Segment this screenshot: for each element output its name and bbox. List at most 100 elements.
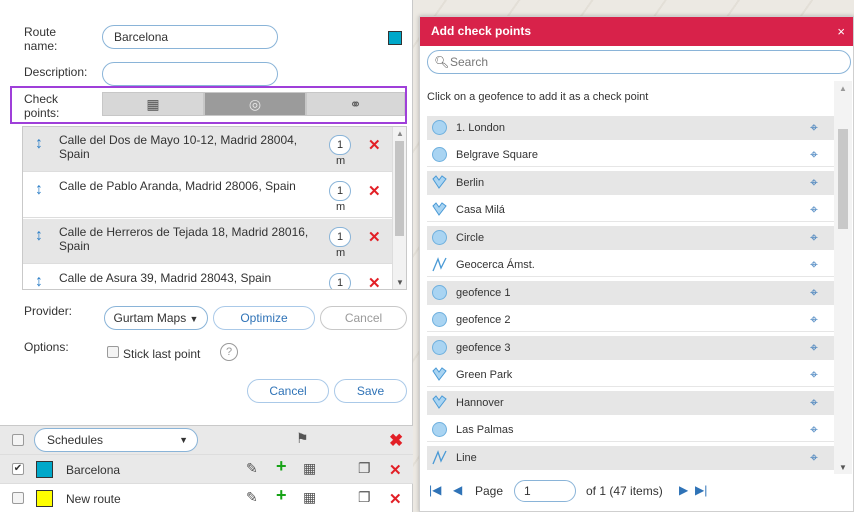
help-icon[interactable]: ? <box>220 343 238 361</box>
scroll-up-icon[interactable]: ▲ <box>839 84 847 93</box>
circle-geofence-icon <box>432 230 447 245</box>
list-item[interactable]: Line ⌖ <box>427 446 835 470</box>
close-icon[interactable]: × <box>837 17 845 46</box>
list-item[interactable]: Circle ⌖ <box>427 226 835 250</box>
delete-icon[interactable]: ✕ <box>368 182 381 200</box>
last-page-icon[interactable]: ▶| <box>695 483 707 497</box>
locate-icon[interactable]: ⌖ <box>810 311 818 328</box>
delete-icon[interactable]: ✕ <box>368 274 381 289</box>
list-item[interactable]: Berlin ⌖ <box>427 171 835 195</box>
list-item[interactable]: ↕ Calle del Dos de Mayo 10-12, Madrid 28… <box>23 127 393 172</box>
radius-input[interactable]: 1 <box>329 273 351 289</box>
first-page-icon[interactable]: |◀ <box>429 483 441 497</box>
locate-icon[interactable]: ⌖ <box>810 174 818 191</box>
route-name-input[interactable]: Barcelona <box>102 25 278 49</box>
link-icon: ⚭ <box>349 95 362 112</box>
edit-route-icon[interactable]: ✎ <box>246 460 258 477</box>
description-label: Description: <box>24 65 88 79</box>
optimize-button[interactable]: Optimize <box>213 306 315 330</box>
locate-icon[interactable]: ⌖ <box>810 146 818 163</box>
radius-input[interactable]: 1 <box>329 227 351 247</box>
route-checkbox[interactable] <box>12 492 24 504</box>
route-checkbox[interactable]: ✔ <box>12 463 24 475</box>
locate-icon[interactable]: ⌖ <box>810 284 818 301</box>
list-item[interactable]: ↕ Calle de Pablo Aranda, Madrid 28006, S… <box>23 173 393 218</box>
route-color-swatch[interactable] <box>388 31 402 45</box>
delete-all-icon[interactable]: ✖ <box>389 431 403 451</box>
search-input[interactable]: 🔍︎ Search <box>427 50 851 74</box>
route-name[interactable]: Barcelona <box>66 463 120 477</box>
description-input[interactable] <box>102 62 278 86</box>
geofence-icon: ◎ <box>248 95 262 112</box>
list-item[interactable]: geofence 2 ⌖ <box>427 308 835 332</box>
cancel-button[interactable]: Cancel <box>247 379 329 403</box>
radius-unit: m <box>336 247 346 259</box>
scroll-down-icon[interactable]: ▼ <box>839 463 847 472</box>
add-icon[interactable]: + <box>276 485 287 506</box>
polygon-geofence-icon <box>432 367 447 381</box>
cancel-optimize-button[interactable]: Cancel <box>320 306 407 330</box>
locate-icon[interactable]: ⌖ <box>810 421 818 438</box>
reorder-icon[interactable]: ↕ <box>35 273 43 289</box>
list-item[interactable]: ↕ Calle de Herreros de Tejada 18, Madrid… <box>23 219 393 264</box>
reorder-icon[interactable]: ↕ <box>35 181 43 199</box>
delete-icon[interactable]: ✕ <box>368 228 381 246</box>
copy-icon[interactable]: ❐ <box>358 489 371 506</box>
scroll-thumb[interactable] <box>838 129 848 229</box>
locate-icon[interactable]: ⌖ <box>810 366 818 383</box>
list-item[interactable]: Belgrave Square ⌖ <box>427 143 835 167</box>
delete-icon[interactable]: ✕ <box>368 136 381 154</box>
table-row[interactable]: ✔ Barcelona ✎ + ▦ ❐ ✕ <box>0 455 413 484</box>
list-scrollbar[interactable]: ▲ ▼ <box>392 127 406 289</box>
list-item[interactable]: Geocerca Ámst. ⌖ <box>427 253 835 277</box>
geofence-name: geofence 1 <box>456 287 511 299</box>
scroll-up-icon[interactable]: ▲ <box>396 129 404 138</box>
list-item[interactable]: Casa Milá ⌖ <box>427 198 835 222</box>
schedules-select[interactable]: Schedules ▼ <box>34 428 198 452</box>
route-name[interactable]: New route <box>66 492 121 506</box>
next-page-icon[interactable]: ▶ <box>679 483 688 497</box>
radius-input[interactable]: 1 <box>329 181 351 201</box>
list-item[interactable]: geofence 3 ⌖ <box>427 336 835 360</box>
tab-units[interactable]: ⚭ <box>306 92 405 116</box>
edit-route-icon[interactable]: ✎ <box>246 489 258 506</box>
delete-icon[interactable]: ✕ <box>389 461 402 479</box>
provider-label: Provider: <box>24 304 73 318</box>
scroll-thumb[interactable] <box>395 141 404 236</box>
list-item[interactable]: ↕ Calle de Asura 39, Madrid 28043, Spain… <box>23 265 393 289</box>
radius-input[interactable]: 1 <box>329 135 351 155</box>
list-item[interactable]: geofence 1 ⌖ <box>427 281 835 305</box>
tab-geofences[interactable]: ◎ <box>204 92 306 116</box>
delete-icon[interactable]: ✕ <box>389 490 402 508</box>
table-row[interactable]: New route ✎ + ▦ ❐ ✕ <box>0 484 413 512</box>
stick-last-point-checkbox[interactable] <box>107 346 119 358</box>
schedule-icon[interactable]: ▦ <box>303 460 316 477</box>
save-button[interactable]: Save <box>334 379 407 403</box>
prev-page-icon[interactable]: ◀ <box>453 483 462 497</box>
geofence-name: geofence 2 <box>456 314 511 326</box>
scroll-down-icon[interactable]: ▼ <box>396 278 404 287</box>
tab-address[interactable]: ▦ <box>102 92 204 116</box>
page-count: of 1 (47 items) <box>586 484 663 498</box>
reorder-icon[interactable]: ↕ <box>35 135 43 153</box>
dialog-scrollbar[interactable]: ▲ ▼ <box>834 81 852 474</box>
reorder-icon[interactable]: ↕ <box>35 227 43 245</box>
provider-select[interactable]: Gurtam Maps ▼ <box>104 306 208 330</box>
list-item[interactable]: Las Palmas ⌖ <box>427 418 835 442</box>
locate-icon[interactable]: ⌖ <box>810 339 818 356</box>
list-item[interactable]: Hannover ⌖ <box>427 391 835 415</box>
flag-settings-icon[interactable]: ⚑ <box>296 430 309 447</box>
locate-icon[interactable]: ⌖ <box>810 256 818 273</box>
list-item[interactable]: Green Park ⌖ <box>427 363 835 387</box>
locate-icon[interactable]: ⌖ <box>810 119 818 136</box>
locate-icon[interactable]: ⌖ <box>810 229 818 246</box>
locate-icon[interactable]: ⌖ <box>810 201 818 218</box>
list-item[interactable]: 1. London ⌖ <box>427 116 835 140</box>
copy-icon[interactable]: ❐ <box>358 460 371 477</box>
page-input[interactable]: 1 <box>514 480 576 502</box>
locate-icon[interactable]: ⌖ <box>810 449 818 466</box>
add-icon[interactable]: + <box>276 456 287 477</box>
select-all-checkbox[interactable] <box>12 434 24 446</box>
locate-icon[interactable]: ⌖ <box>810 394 818 411</box>
schedule-icon[interactable]: ▦ <box>303 489 316 506</box>
